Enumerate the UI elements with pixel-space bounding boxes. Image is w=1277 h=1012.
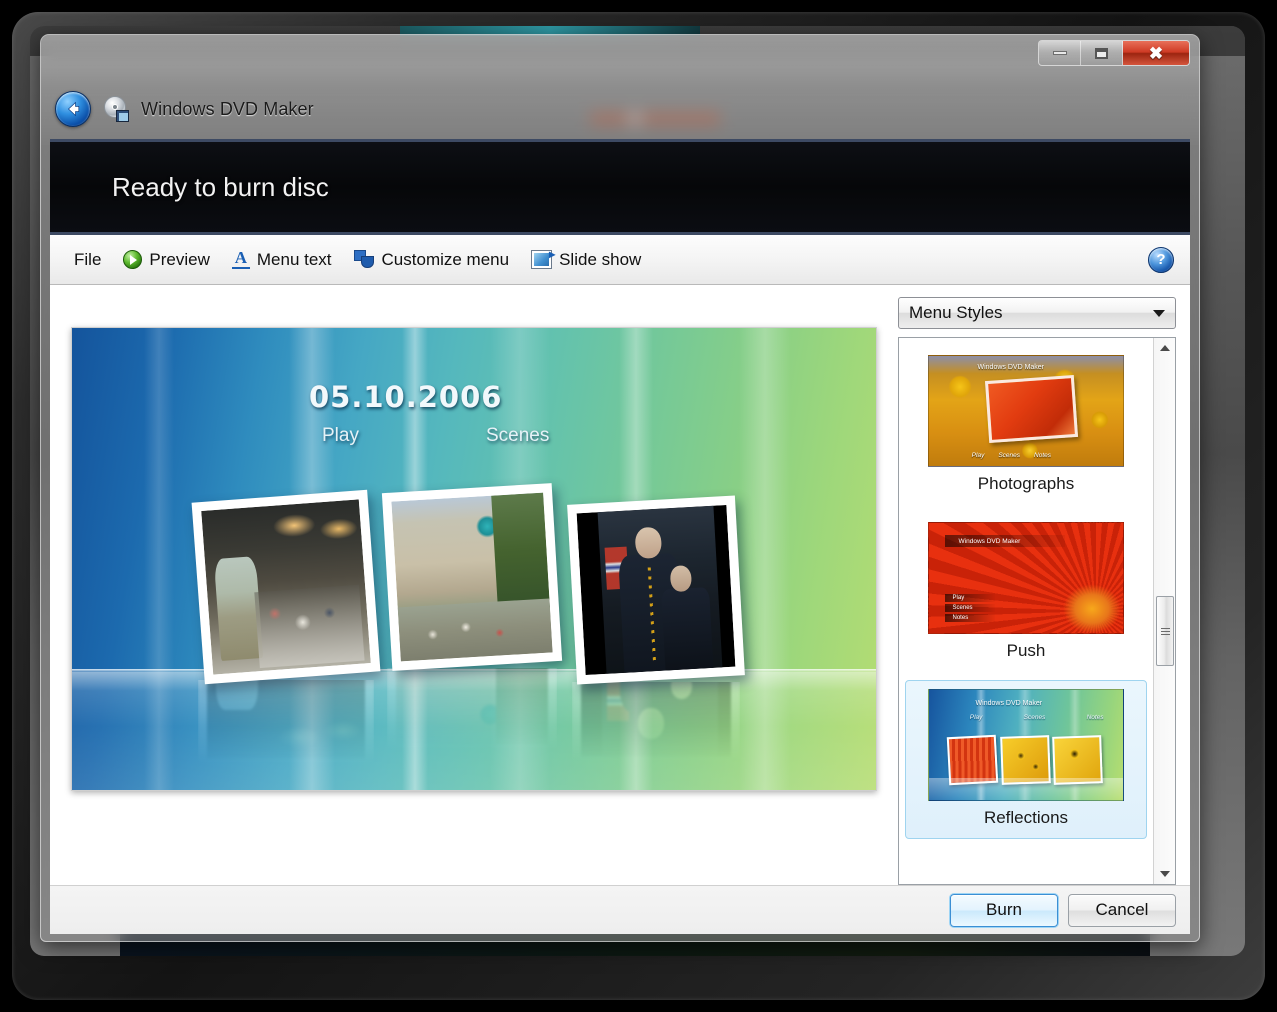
thumb-link: Notes xyxy=(1087,714,1104,721)
shapes-icon xyxy=(354,250,375,269)
status-header: Ready to burn disc xyxy=(50,139,1190,235)
toolbar: File Preview A Menu text Customize menu … xyxy=(50,235,1190,285)
toolbar-item-file[interactable]: File xyxy=(66,246,109,274)
maximize-icon xyxy=(1095,48,1108,59)
close-button[interactable]: ✖ xyxy=(1123,41,1189,65)
dvd-maker-window: ✖ Windows DVD Maker Ready to burn disc F… xyxy=(40,34,1200,942)
dvd-disc-icon xyxy=(103,96,129,122)
scrollbar-track[interactable] xyxy=(1154,358,1175,611)
scrollbar-thumb[interactable] xyxy=(1156,596,1174,666)
menu-style-thumbnail: Windows DVD Maker Play Scenes Notes xyxy=(928,689,1124,801)
menu-style-item-push[interactable]: Windows DVD Maker Play Scenes Notes Push xyxy=(905,513,1147,672)
status-header-text: Ready to burn disc xyxy=(112,172,329,203)
preview-pane: 05.10.2006 Play Scenes xyxy=(50,285,898,885)
menu-styles-list: Windows DVD Maker Play Scenes Notes Phot… xyxy=(899,338,1153,884)
menu-style-name: Push xyxy=(1007,641,1046,661)
menu-styles-scrollbar[interactable] xyxy=(1153,338,1175,884)
toolbar-label-file: File xyxy=(74,250,101,270)
title-bar: ✖ Windows DVD Maker xyxy=(41,35,1199,139)
footer-bar: Burn Cancel xyxy=(50,885,1190,934)
menu-style-item-reflections[interactable]: Windows DVD Maker Play Scenes Notes R xyxy=(905,680,1147,839)
menu-style-thumbnail: Windows DVD Maker Play Scenes Notes xyxy=(928,355,1124,467)
dvd-menu-scenes-link[interactable]: Scenes xyxy=(486,425,549,447)
toolbar-label-customize-menu: Customize menu xyxy=(382,250,510,270)
menu-style-thumbnail: Windows DVD Maker Play Scenes Notes xyxy=(928,522,1124,634)
minimize-button[interactable] xyxy=(1039,41,1081,65)
toolbar-item-menu-text[interactable]: A Menu text xyxy=(224,246,340,274)
play-circle-icon xyxy=(123,250,142,269)
help-circle-icon[interactable]: ? xyxy=(1148,247,1174,273)
minimize-icon xyxy=(1053,51,1067,55)
thumb-title: Windows DVD Maker xyxy=(978,364,1045,371)
triangle-up-icon xyxy=(1160,345,1170,351)
title-row: Windows DVD Maker xyxy=(55,91,314,127)
menu-styles-dropdown-label: Menu Styles xyxy=(909,303,1003,323)
text-underline-a-icon: A xyxy=(232,250,250,269)
dvd-menu-play-link[interactable]: Play xyxy=(322,425,359,447)
cancel-button[interactable]: Cancel xyxy=(1068,894,1176,927)
menu-style-item-photographs[interactable]: Windows DVD Maker Play Scenes Notes Phot… xyxy=(905,346,1147,505)
grip-icon xyxy=(1161,628,1170,635)
scroll-up-button[interactable] xyxy=(1154,338,1176,358)
thumb-link: Play xyxy=(972,452,985,459)
toolbar-item-preview[interactable]: Preview xyxy=(115,246,217,274)
cancel-button-label: Cancel xyxy=(1096,900,1149,920)
thumb-title: Windows DVD Maker xyxy=(959,538,1021,545)
toolbar-label-preview: Preview xyxy=(149,250,209,270)
toolbar-item-customize-menu[interactable]: Customize menu xyxy=(346,246,518,274)
help-label: ? xyxy=(1156,251,1165,268)
reflection-floor xyxy=(72,672,876,790)
burn-button[interactable]: Burn xyxy=(950,894,1058,927)
thumb-link: Play xyxy=(970,714,983,721)
slideshow-icon: ▸ xyxy=(531,250,552,269)
dvd-menu-preview[interactable]: 05.10.2006 Play Scenes xyxy=(71,327,877,791)
thumb-title: Windows DVD Maker xyxy=(976,700,1043,707)
thumb-link: Notes xyxy=(1034,452,1051,459)
menu-style-name: Photographs xyxy=(978,474,1074,494)
triangle-down-icon xyxy=(1160,871,1170,877)
scroll-down-button[interactable] xyxy=(1154,864,1176,884)
preview-photo-3 xyxy=(567,495,745,684)
menu-styles-pane: Menu Styles Windows DVD Maker Play Scene… xyxy=(898,285,1190,885)
thumb-link: Play xyxy=(945,594,995,602)
preview-photo-1 xyxy=(192,490,381,684)
dvd-menu-title: 05.10.2006 xyxy=(309,380,502,414)
maximize-button[interactable] xyxy=(1081,41,1123,65)
toolbar-item-slide-show[interactable]: ▸ Slide show xyxy=(523,246,649,274)
menu-styles-dropdown[interactable]: Menu Styles xyxy=(898,297,1176,329)
thumb-link: Notes xyxy=(945,614,995,622)
toolbar-label-slide-show: Slide show xyxy=(559,250,641,270)
thumb-link: Scenes xyxy=(998,452,1020,459)
burn-button-label: Burn xyxy=(986,900,1022,920)
menu-styles-list-container: Windows DVD Maker Play Scenes Notes Phot… xyxy=(898,337,1176,885)
window-title: Windows DVD Maker xyxy=(141,99,314,120)
thumb-link: Scenes xyxy=(945,604,995,612)
menu-style-name: Reflections xyxy=(984,808,1068,828)
close-icon: ✖ xyxy=(1149,45,1163,62)
preview-photo-2 xyxy=(382,483,562,671)
thumb-link: Scenes xyxy=(1024,714,1046,721)
back-arrow-icon[interactable] xyxy=(55,91,91,127)
content-area: 05.10.2006 Play Scenes xyxy=(50,285,1190,885)
toolbar-label-menu-text: Menu text xyxy=(257,250,332,270)
window-controls: ✖ xyxy=(1038,40,1190,66)
chevron-down-icon xyxy=(1153,310,1165,317)
